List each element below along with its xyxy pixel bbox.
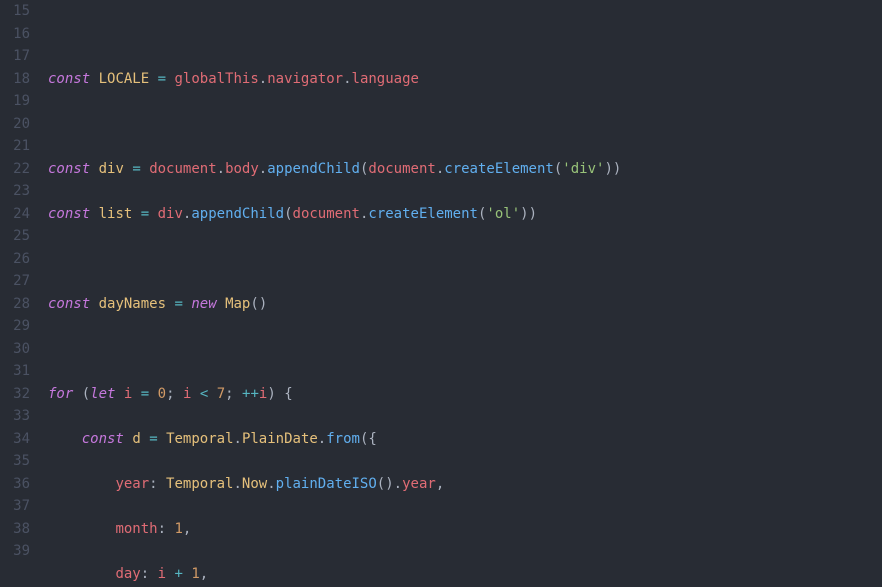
line-number: 26 bbox=[0, 248, 40, 271]
code-line[interactable] bbox=[48, 248, 882, 271]
line-number: 24 bbox=[0, 203, 40, 226]
code-line[interactable]: const list = div.appendChild(document.cr… bbox=[48, 203, 882, 226]
code-line[interactable]: year: Temporal.Now.plainDateISO().year, bbox=[48, 473, 882, 496]
line-number: 38 bbox=[0, 518, 40, 541]
line-number: 19 bbox=[0, 90, 40, 113]
code-line[interactable] bbox=[48, 113, 882, 136]
line-number: 37 bbox=[0, 495, 40, 518]
code-line[interactable]: const d = Temporal.PlainDate.from({ bbox=[48, 428, 882, 451]
line-number: 16 bbox=[0, 23, 40, 46]
line-number: 17 bbox=[0, 45, 40, 68]
line-number: 39 bbox=[0, 540, 40, 563]
line-number: 15 bbox=[0, 0, 40, 23]
code-line[interactable]: day: i + 1, bbox=[48, 563, 882, 586]
line-number: 34 bbox=[0, 428, 40, 451]
line-number: 35 bbox=[0, 450, 40, 473]
line-number-gutter: 15 16 17 18 19 20 21 22 23 24 25 26 27 2… bbox=[0, 0, 40, 587]
line-number: 30 bbox=[0, 338, 40, 361]
code-line[interactable] bbox=[48, 23, 882, 46]
line-number: 25 bbox=[0, 225, 40, 248]
code-line[interactable]: const LOCALE = globalThis.navigator.lang… bbox=[48, 68, 882, 91]
line-number: 20 bbox=[0, 113, 40, 136]
line-number: 18 bbox=[0, 68, 40, 91]
line-number: 23 bbox=[0, 180, 40, 203]
line-number: 27 bbox=[0, 270, 40, 293]
code-editor[interactable]: 15 16 17 18 19 20 21 22 23 24 25 26 27 2… bbox=[0, 0, 882, 587]
line-number: 31 bbox=[0, 360, 40, 383]
line-number: 22 bbox=[0, 158, 40, 181]
line-number: 36 bbox=[0, 473, 40, 496]
line-number: 33 bbox=[0, 405, 40, 428]
line-number: 29 bbox=[0, 315, 40, 338]
code-line[interactable]: month: 1, bbox=[48, 518, 882, 541]
code-line[interactable]: for (let i = 0; i < 7; ++i) { bbox=[48, 383, 882, 406]
code-line[interactable]: const div = document.body.appendChild(do… bbox=[48, 158, 882, 181]
code-area[interactable]: const LOCALE = globalThis.navigator.lang… bbox=[40, 0, 882, 587]
line-number: 28 bbox=[0, 293, 40, 316]
code-line[interactable]: const dayNames = new Map() bbox=[48, 293, 882, 316]
code-line[interactable] bbox=[48, 338, 882, 361]
line-number: 32 bbox=[0, 383, 40, 406]
line-number: 21 bbox=[0, 135, 40, 158]
